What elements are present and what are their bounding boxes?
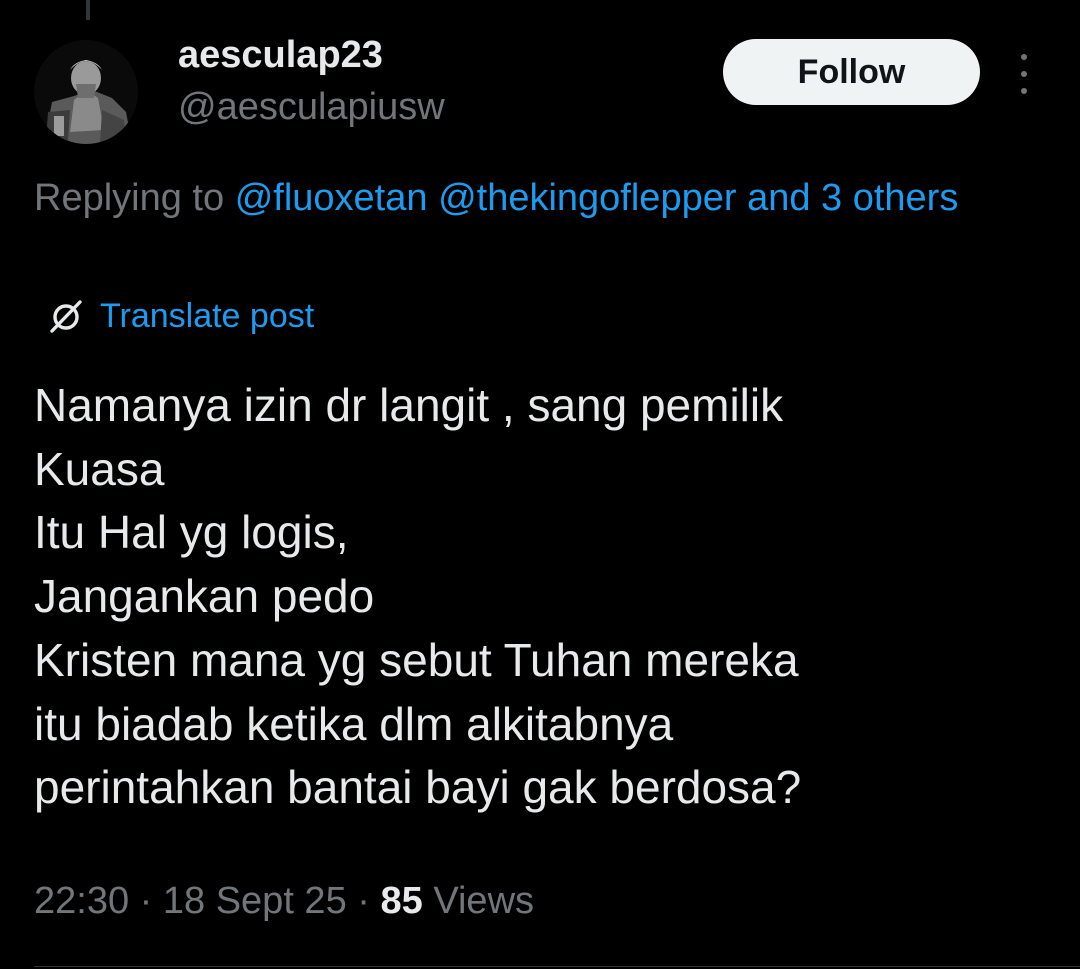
avatar-image: [34, 40, 138, 144]
translate-label: Translate post: [100, 296, 315, 335]
post-line: Kristen mana yg sebut Tuhan mereka: [34, 633, 799, 686]
meta-separator: ·: [357, 880, 370, 922]
views-count: 85: [380, 880, 423, 922]
post-date[interactable]: 18 Sept 25: [163, 880, 347, 922]
meta-separator: ·: [139, 880, 153, 922]
translate-icon: [50, 300, 82, 333]
author-handle[interactable]: @aesculapiusw: [178, 86, 445, 129]
more-vertical-icon[interactable]: [1008, 54, 1040, 94]
more-dot: [1021, 54, 1027, 60]
post-line: Kuasa: [34, 442, 165, 495]
mention-link[interactable]: @thekingoflepper: [438, 177, 736, 219]
others-link[interactable]: and 3 others: [747, 177, 958, 219]
author-display-name[interactable]: aesculap23: [178, 34, 383, 77]
more-dot: [1021, 88, 1027, 94]
post-text: Namanya izin dr langit , sang pemilik Ku…: [34, 374, 1044, 820]
reply-prefix: Replying to: [34, 177, 225, 219]
follow-button[interactable]: Follow: [723, 39, 980, 105]
post-line: Namanya izin dr langit , sang pemilik: [34, 379, 784, 431]
translate-post-link[interactable]: Translate post: [46, 296, 314, 336]
post-metadata: 22:30 · 18 Sept 25 · 85 Views: [34, 880, 534, 923]
views-label: Views: [433, 880, 535, 922]
mention-link[interactable]: @fluoxetan: [235, 177, 428, 219]
post-line: perintahkan bantai bayi gak berdosa?: [34, 761, 802, 814]
post-line: Itu Hal yg logis,: [34, 506, 349, 559]
thread-connector-line: [86, 0, 90, 20]
post-line: itu biadab ketika dlm alkitabnya: [34, 697, 674, 750]
more-dot: [1021, 71, 1027, 77]
post-line: Jangankan pedo: [34, 570, 375, 623]
author-avatar[interactable]: [34, 40, 138, 144]
reply-context: Replying to @fluoxetan @thekingoflepper …: [34, 168, 1044, 229]
post-time[interactable]: 22:30: [34, 880, 129, 922]
bottom-divider: [34, 966, 1080, 967]
